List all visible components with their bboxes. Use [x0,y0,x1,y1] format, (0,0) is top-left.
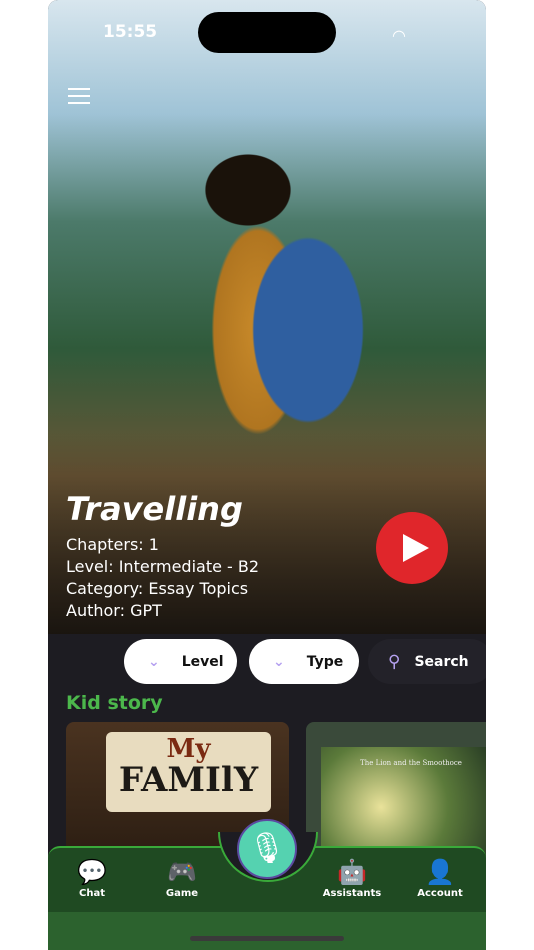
story-level: Level: Intermediate - B2 [66,557,260,576]
type-label: Type [306,653,344,670]
nav-account[interactable]: 👤 Account [400,858,480,899]
search-button[interactable]: ⚲ Search [368,639,486,684]
story-title: Travelling [66,490,243,528]
microphone-button[interactable]: 🎙 [237,819,297,879]
nav-label: Account [417,888,463,899]
nav-assistants[interactable]: 🤖 Assistants [312,858,392,899]
section-title: Kid story [66,692,163,714]
home-indicator[interactable] [190,936,344,941]
search-label: Search [414,653,469,670]
story-chapters: Chapters: 1 [66,535,159,554]
story-info: Travelling Chapters: 1 Level: Intermedia… [66,490,259,622]
nav-label: Chat [79,888,105,899]
type-filter[interactable]: ⌄ Type [249,639,359,684]
chat-bubbles-icon: 💬 [77,858,107,886]
nav-game[interactable]: 🎮 Game [142,858,222,899]
wifi-icon: ◠ [392,26,406,45]
person-icon: 👤 [425,858,455,886]
bottom-bar [48,912,486,950]
search-icon: ⚲ [388,651,401,672]
level-filter[interactable]: ⌄ Level [124,639,237,684]
microphone-icon: 🎙 [247,831,287,866]
card-cover-art: My FAMIlY [106,732,271,812]
card-cover-art: The Lion and the Smoothoce [321,747,486,862]
robot-icon: 🤖 [337,858,367,886]
app-screen: 15:55 ◠ Travelling Chapters: 1 Level: In… [48,0,486,950]
dynamic-island [198,12,336,53]
gamepad-icon: 🎮 [167,858,197,886]
chevron-down-icon: ⌄ [148,653,160,670]
nav-chat[interactable]: 💬 Chat [52,858,132,899]
status-time: 15:55 [103,22,158,42]
story-card[interactable]: The Lion and the Smoothoce [306,722,486,862]
play-button[interactable] [376,512,448,584]
nav-label: Game [165,888,199,899]
chevron-down-icon: ⌄ [273,653,285,670]
nav-label: Assistants [322,888,382,899]
hamburger-menu-icon[interactable] [68,88,90,109]
level-label: Level [181,653,224,670]
story-category: Category: Essay Topics [66,579,249,598]
card-title: The Lion and the Smoothoce [360,759,462,767]
story-author: Author: GPT [66,601,162,620]
